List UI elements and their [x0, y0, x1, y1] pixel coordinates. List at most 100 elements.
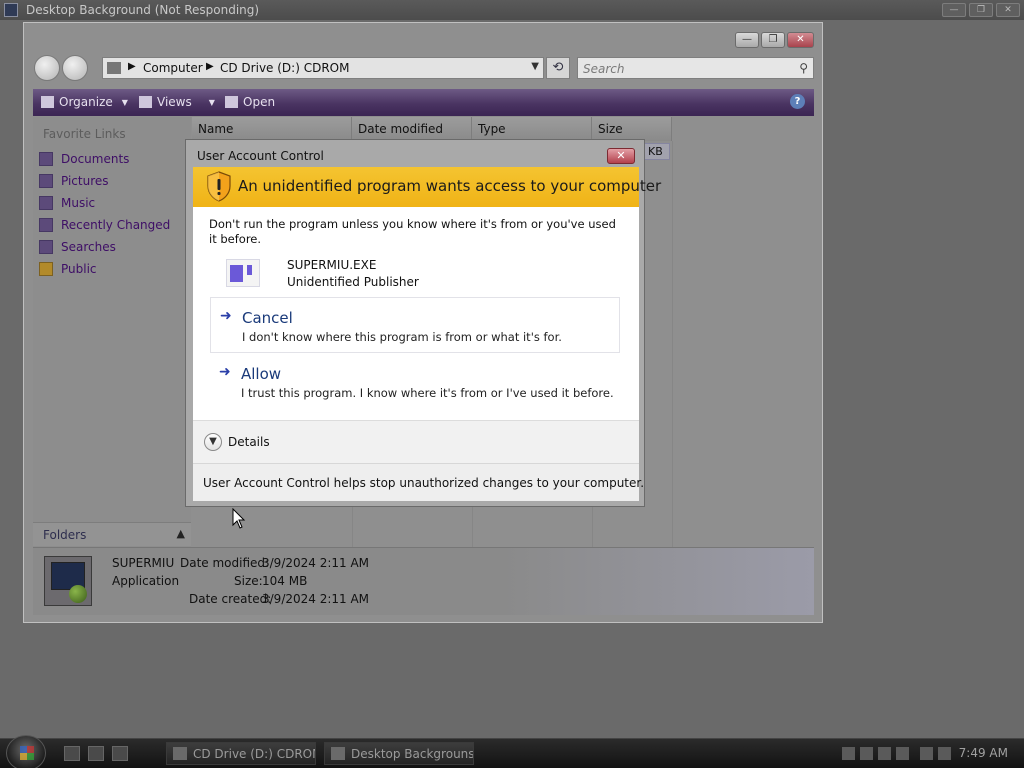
navigation-pane: Favorite Links Documents Pictures Music …: [33, 117, 191, 547]
favorite-label: Searches: [61, 240, 116, 254]
search-input[interactable]: Search ⚲: [577, 57, 814, 79]
breadcrumb-separator-icon[interactable]: ▶: [206, 61, 214, 72]
recently-changed-icon: [39, 218, 53, 232]
application-icon: [44, 556, 92, 606]
favorite-label: Documents: [61, 152, 130, 166]
switch-windows-icon[interactable]: [88, 746, 104, 761]
details-date-created-label: Date created:: [189, 592, 272, 606]
views-button[interactable]: Views ▼: [139, 95, 215, 109]
program-icon: [226, 259, 260, 287]
folders-toggle[interactable]: Folders ▲: [33, 522, 191, 546]
program-publisher: Unidentified Publisher: [287, 275, 419, 289]
taskbar-button-label: CD Drive (D:) CDROM: [193, 747, 316, 761]
allow-title: Allow: [241, 365, 282, 383]
maximize-button[interactable]: ❐: [969, 3, 993, 17]
details-size-label: Size:: [234, 574, 263, 588]
organize-label: Organize: [59, 95, 113, 109]
minimize-button[interactable]: —: [735, 32, 759, 48]
not-responding-window-titlebar[interactable]: Desktop Background (Not Responding) — ❐ …: [0, 0, 1024, 20]
cd-drive-icon: [173, 747, 187, 760]
dialog-title: User Account Control: [197, 149, 324, 163]
minimize-button[interactable]: —: [942, 3, 966, 17]
uac-heading: An unidentified program wants access to …: [238, 177, 662, 195]
breadcrumb-separator-icon[interactable]: ▶: [128, 61, 136, 72]
tray-icon[interactable]: [878, 747, 891, 760]
chevron-down-icon: ▼: [208, 97, 215, 107]
warning-banner: An unidentified program wants access to …: [193, 167, 661, 207]
favorite-recently-changed[interactable]: Recently Changed: [39, 215, 170, 235]
back-button[interactable]: [34, 55, 60, 81]
open-label: Open: [243, 95, 276, 109]
cancel-description: I don't know where this program is from …: [242, 330, 562, 344]
favorite-public[interactable]: Public: [39, 259, 97, 279]
column-header-size[interactable]: Size: [592, 117, 672, 141]
column-header-date-modified[interactable]: Date modified: [352, 117, 472, 141]
favorite-music[interactable]: Music: [39, 193, 95, 213]
cancel-button[interactable]: ➜ Cancel I don't know where this program…: [210, 297, 620, 353]
close-button[interactable]: ✕: [996, 3, 1020, 17]
favorite-links-heading: Favorite Links: [43, 127, 126, 141]
details-date-modified: 3/9/2024 2:11 AM: [262, 556, 370, 570]
chevron-down-icon[interactable]: ▼: [531, 61, 539, 72]
arrow-right-icon: ➜: [220, 308, 232, 324]
favorite-pictures[interactable]: Pictures: [39, 171, 109, 191]
help-icon[interactable]: ?: [790, 94, 805, 109]
breadcrumb-computer[interactable]: Computer: [143, 61, 203, 75]
window-title: Desktop Background (Not Responding): [26, 3, 260, 17]
taskbar-button-cd-drive[interactable]: CD Drive (D:) CDROM: [166, 742, 316, 765]
security-shield-icon[interactable]: [860, 747, 873, 760]
favorite-label: Music: [61, 196, 96, 210]
file-size-cell[interactable]: KB: [644, 143, 670, 160]
refresh-button[interactable]: ⟲: [546, 57, 570, 79]
organize-button[interactable]: Organize ▼: [41, 95, 128, 109]
uac-dialog: User Account Control ✕ An unidentified p…: [185, 139, 661, 507]
allow-description: I trust this program. I know where it's …: [241, 386, 614, 400]
pictures-icon: [39, 174, 53, 188]
chevron-down-icon: ▼: [204, 433, 222, 451]
close-button[interactable]: ✕: [787, 32, 814, 48]
show-desktop-icon[interactable]: [64, 746, 80, 761]
folders-label: Folders: [43, 528, 87, 542]
mouse-cursor-icon: [232, 508, 246, 529]
app-icon: [4, 3, 18, 17]
details-pane: SUPERMIU Application Date modified: 3/9/…: [33, 547, 814, 615]
uac-footer: User Account Control helps stop unauthor…: [193, 463, 644, 501]
column-header-type[interactable]: Type: [472, 117, 592, 141]
views-icon: [139, 96, 152, 108]
taskbar: CD Drive (D:) CDROM Desktop Backgrouns..…: [0, 735, 1024, 768]
start-button[interactable]: [6, 735, 46, 768]
documents-icon: [39, 152, 53, 166]
details-size: 104 MB: [262, 574, 308, 588]
uac-warning-text: Don't run the program unless you know wh…: [209, 217, 616, 246]
tray-icon[interactable]: [896, 747, 909, 760]
forward-button[interactable]: [62, 55, 88, 81]
column-header-name[interactable]: Name: [192, 117, 352, 141]
system-tray: 7:49 AM: [834, 739, 1024, 768]
tray-icon[interactable]: [842, 747, 855, 760]
open-button[interactable]: Open: [225, 95, 275, 109]
maximize-button[interactable]: ❐: [761, 32, 785, 48]
address-bar[interactable]: ▶ Computer ▶ CD Drive (D:) CDROM ▼: [102, 57, 544, 79]
favorite-searches[interactable]: Searches: [39, 237, 116, 257]
volume-icon[interactable]: [938, 747, 951, 760]
search-icon[interactable]: ⚲: [799, 61, 808, 75]
dialog-body: An unidentified program wants access to …: [193, 167, 661, 501]
network-icon[interactable]: [920, 747, 933, 760]
search-placeholder: Search: [583, 62, 625, 76]
close-button[interactable]: ✕: [607, 148, 635, 164]
chevron-down-icon: ▼: [121, 97, 128, 107]
internet-explorer-icon[interactable]: [112, 746, 128, 761]
taskbar-button-desktop-background[interactable]: Desktop Backgrouns...: [324, 742, 474, 765]
shield-warning-icon: [207, 171, 231, 202]
column-divider: [672, 141, 673, 547]
clock[interactable]: 7:49 AM: [959, 746, 1008, 760]
cancel-title: Cancel: [242, 309, 293, 327]
details-date-created: 3/9/2024 2:11 AM: [262, 592, 370, 606]
views-label: Views: [157, 95, 192, 109]
chevron-up-icon: ▲: [176, 527, 185, 540]
breadcrumb-cd-drive[interactable]: CD Drive (D:) CDROM: [220, 61, 349, 75]
favorite-documents[interactable]: Documents: [39, 149, 129, 169]
favorite-label: Pictures: [61, 174, 109, 188]
allow-button[interactable]: ➜ Allow I trust this program. I know whe…: [210, 354, 620, 410]
details-toggle[interactable]: ▼ Details: [193, 421, 639, 463]
